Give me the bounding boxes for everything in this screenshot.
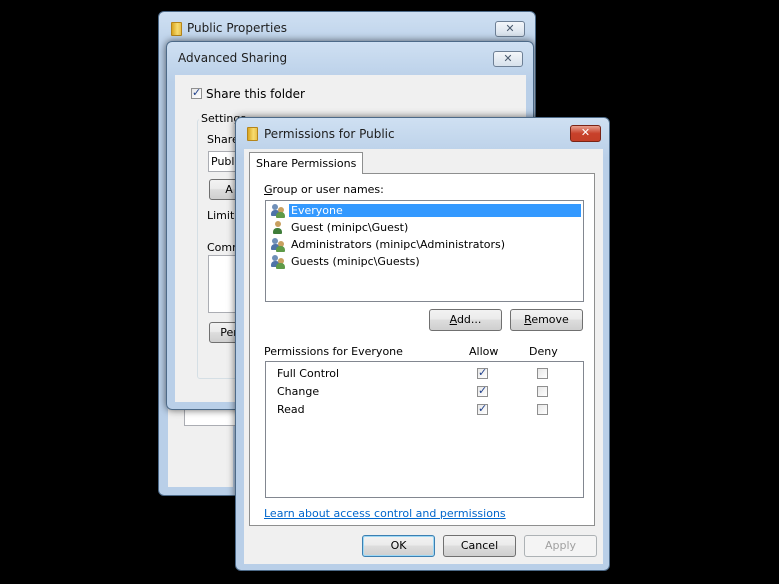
permission-name: Full Control: [277, 367, 340, 380]
close-button[interactable]: ✕: [493, 51, 523, 67]
permissions-window: Permissions for Public ✕ Share Permissio…: [235, 117, 610, 571]
user-name: Guests (minipc\Guests): [291, 255, 420, 268]
share-folder-checkbox[interactable]: [191, 86, 202, 99]
permissions-header: Permissions for Everyone: [264, 345, 403, 358]
user-list-item[interactable]: Guests (minipc\Guests): [269, 254, 580, 270]
user-list-item[interactable]: Guest (minipc\Guest): [269, 220, 580, 236]
window-title: Permissions for Public: [264, 127, 395, 141]
share-folder-label: Share this folder: [206, 87, 305, 101]
user-icon: [271, 221, 285, 235]
allow-checkbox[interactable]: [477, 384, 488, 397]
user-list[interactable]: Everyone Guest (minipc\Guest) Administrato…: [265, 200, 584, 302]
group-label-accel: G: [264, 183, 273, 196]
user-name: Guest (minipc\Guest): [291, 221, 409, 234]
permission-row: Change: [266, 384, 583, 400]
add-accel: A: [449, 313, 457, 326]
permissions-body: Share Permissions Group or user names: E…: [244, 149, 603, 564]
access-control-link[interactable]: Learn about access control and permissio…: [264, 507, 506, 520]
user-name: Administrators (minipc\Administrators): [291, 238, 506, 251]
permission-name: Read: [277, 403, 305, 416]
allow-header: Allow: [469, 345, 499, 358]
ok-button[interactable]: OK: [362, 535, 435, 557]
tab-panel: Group or user names: Everyone Guest (mini…: [249, 173, 595, 526]
folder-icon: [247, 127, 258, 141]
folder-icon: [171, 22, 182, 36]
close-button[interactable]: ✕: [495, 21, 525, 37]
add-button[interactable]: Add...: [429, 309, 502, 331]
share-name-label: Share: [207, 133, 239, 146]
close-button[interactable]: ✕: [570, 125, 601, 142]
add-rest: dd...: [456, 313, 482, 326]
deny-checkbox[interactable]: [537, 386, 548, 397]
cancel-button[interactable]: Cancel: [443, 535, 516, 557]
window-title: Public Properties: [187, 21, 287, 35]
apply-button[interactable]: Apply: [524, 535, 597, 557]
group-names-label: Group or user names:: [264, 183, 384, 196]
remove-rest: emove: [531, 313, 569, 326]
group-icon: [271, 238, 285, 252]
allow-checkbox[interactable]: [477, 366, 488, 379]
window-title: Advanced Sharing: [178, 51, 288, 65]
group-label-rest: roup or user names:: [272, 183, 384, 196]
user-list-item[interactable]: Everyone: [269, 203, 581, 219]
deny-checkbox[interactable]: [537, 404, 548, 415]
user-list-item[interactable]: Administrators (minipc\Administrators): [269, 237, 580, 253]
deny-header: Deny: [529, 345, 558, 358]
user-name: Everyone: [289, 204, 581, 217]
deny-checkbox[interactable]: [537, 368, 548, 379]
group-icon: [271, 204, 285, 218]
allow-checkbox[interactable]: [477, 402, 488, 415]
permission-name: Change: [277, 385, 320, 398]
tab-share-permissions[interactable]: Share Permissions: [249, 152, 364, 174]
permission-row: Full Control: [266, 366, 583, 382]
permissions-list: Full Control Change Read: [265, 361, 584, 498]
remove-button[interactable]: Remove: [510, 309, 583, 331]
permission-row: Read: [266, 402, 583, 418]
tab-label: Share Permissions: [256, 157, 357, 170]
group-icon: [271, 255, 285, 269]
